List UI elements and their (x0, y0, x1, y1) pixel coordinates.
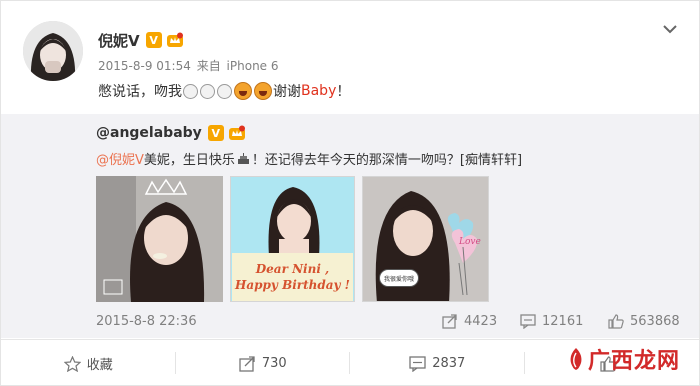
favorite-button[interactable]: 收藏 (1, 340, 176, 386)
thumbs-up-icon (608, 314, 624, 329)
verified-badge-icon[interactable]: V (145, 32, 162, 48)
repost-count: 4423 (464, 314, 498, 329)
author-row: 倪妮V V (98, 29, 184, 51)
watermark-logo-icon (570, 348, 582, 370)
repost-footer: 2015-8-8 22:36 4423 12161 563868 (96, 314, 681, 332)
photo-image (96, 176, 223, 302)
post-text-highlight: Baby (301, 83, 337, 99)
heart-balloon-text: Love (459, 237, 481, 247)
post-text-after: 谢谢 (273, 84, 301, 100)
reposted-content: @angelababy V @倪妮V 美妮，生日快乐 ！还记得去年今天的那深情一… (1, 114, 699, 338)
birthday-card-caption: Dear Nini , Happy Birthday ! (232, 253, 353, 301)
favorite-label: 收藏 (86, 358, 113, 373)
mention-link[interactable]: @倪妮V (96, 149, 144, 168)
repost-text: @倪妮V 美妮，生日快乐 ！还记得去年今天的那深情一吻吗？[痴情轩轩] (96, 149, 522, 168)
laughing-face-icon (254, 82, 272, 100)
post-text-before: 憋说话，吻我 (98, 84, 182, 100)
laughing-face-icon (234, 82, 252, 100)
verified-badge-icon[interactable]: V (207, 125, 224, 141)
photo-thumbnail[interactable]: Dear Nini , Happy Birthday ! (230, 176, 355, 302)
repost-author-name[interactable]: @angelababy (96, 125, 202, 141)
blank-face-icon (200, 83, 215, 99)
speech-bubble: 我很爱你哦 (379, 269, 419, 287)
repost-button[interactable]: 730 (176, 340, 350, 386)
repost-action-count: 730 (261, 356, 287, 371)
cake-icon (237, 152, 249, 164)
post-text-end: ！ (336, 84, 351, 100)
author-avatar[interactable] (23, 21, 83, 81)
site-watermark: 广西龙网 (567, 344, 680, 374)
comment-icon (520, 314, 536, 329)
post-text: 憋说话，吻我 谢谢 Baby ！ (98, 81, 350, 101)
caption-line-1: Dear Nini , (255, 262, 330, 276)
post-date[interactable]: 2015-8-9 01:54 (98, 59, 191, 73)
post-device[interactable]: iPhone 6 (227, 59, 279, 73)
photo-thumbnail[interactable] (96, 176, 223, 302)
like-count-button[interactable]: 563868 (608, 314, 680, 329)
comment-count-button[interactable]: 12161 (520, 314, 583, 329)
repost-count-button[interactable]: 4423 (442, 314, 497, 329)
avatar-photo (23, 21, 83, 81)
share-icon (239, 355, 255, 372)
star-icon (63, 355, 81, 372)
blank-face-icon (217, 83, 232, 99)
caption-line-2: Happy Birthday ! (235, 278, 350, 292)
chevron-down-icon[interactable] (661, 21, 679, 35)
member-crown-icon[interactable] (228, 125, 246, 141)
comment-icon (409, 355, 426, 372)
repost-author-row: @angelababy V (96, 123, 246, 143)
watermark-text: 广西龙网 (588, 349, 681, 374)
comment-action-count: 2837 (432, 356, 466, 371)
like-count: 563868 (630, 314, 680, 329)
post-meta: 2015-8-9 01:54 来自 iPhone 6 (98, 57, 281, 74)
weibo-post-card: 倪妮V V 2015-8-9 01:54 来自 iPhone 6 憋说话，吻我 … (0, 0, 700, 386)
member-crown-icon[interactable] (166, 32, 184, 48)
post-from-label: 来自 (196, 59, 221, 73)
share-icon (442, 314, 457, 329)
photo-thumbnail[interactable]: 我很爱你哦 Love (362, 176, 489, 302)
comment-count: 12161 (542, 314, 584, 329)
photo-grid: Dear Nini , Happy Birthday ! 我很爱你哦 Love (96, 176, 496, 302)
author-name[interactable]: 倪妮V (98, 30, 140, 51)
repost-text-part2: ！还记得去年今天的那深情一吻吗？[痴情轩轩] (251, 153, 523, 168)
comment-button[interactable]: 2837 (350, 340, 525, 386)
blank-face-icon (183, 83, 198, 99)
repost-text-part1: 美妮，生日快乐 (143, 153, 235, 168)
repost-date[interactable]: 2015-8-8 22:36 (96, 314, 197, 329)
